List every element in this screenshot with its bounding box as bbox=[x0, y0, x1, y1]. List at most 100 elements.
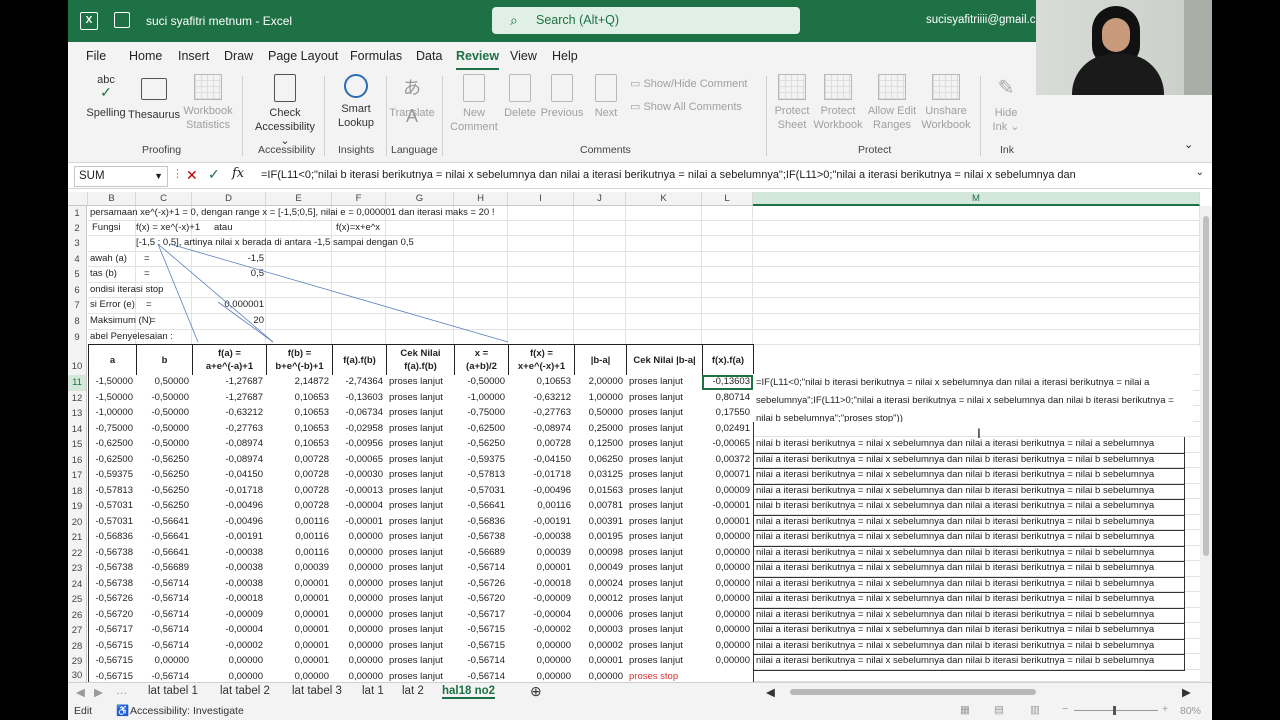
table-cell[interactable]: 0,00000 bbox=[702, 530, 754, 547]
sheet-tab[interactable]: lat tabel 1 bbox=[148, 685, 198, 697]
table-cell[interactable]: -0,00004 bbox=[192, 623, 267, 640]
table-cell[interactable]: 0,03125 bbox=[574, 468, 627, 485]
table-cell[interactable]: -0,00956 bbox=[332, 437, 387, 454]
table-cell[interactable]: 0,00000 bbox=[332, 546, 387, 562]
tab-draw[interactable]: Draw bbox=[224, 49, 253, 63]
table-cell[interactable]: -0,63212 bbox=[508, 391, 575, 407]
table-cell[interactable]: 2,14872 bbox=[266, 375, 333, 392]
table-cell[interactable]: 0,00000 bbox=[508, 670, 575, 682]
table-cell[interactable]: proses lanjut bbox=[386, 546, 455, 562]
m-column-cell[interactable]: nilai a iterasi berikutnya = nilai x seb… bbox=[753, 453, 1185, 469]
table-cell[interactable]: -0,50000 bbox=[136, 391, 193, 407]
table-cell[interactable]: proses lanjut bbox=[386, 639, 455, 655]
table-cell[interactable]: proses stop bbox=[626, 670, 703, 682]
table-cell[interactable]: -0,00191 bbox=[508, 515, 575, 531]
table-cell[interactable]: 0,17550 bbox=[702, 406, 754, 423]
table-cell[interactable]: -0,56738 bbox=[88, 561, 137, 578]
table-cell[interactable]: proses lanjut bbox=[386, 499, 455, 516]
table-cell[interactable]: -0,59375 bbox=[88, 468, 137, 485]
zoom-slider[interactable] bbox=[1074, 710, 1158, 711]
table-cell[interactable]: -0,63212 bbox=[192, 406, 267, 423]
table-cell[interactable]: 0,00000 bbox=[332, 608, 387, 624]
table-cell[interactable]: 0,00000 bbox=[702, 561, 754, 578]
table-header-cell[interactable]: b bbox=[136, 344, 193, 376]
table-cell[interactable]: proses lanjut bbox=[626, 391, 703, 407]
table-cell[interactable]: -0,56641 bbox=[136, 546, 193, 562]
table-cell[interactable]: 0,80714 bbox=[702, 391, 754, 407]
tab-page-layout[interactable]: Page Layout bbox=[268, 49, 338, 63]
table-cell[interactable]: -0,56714 bbox=[136, 608, 193, 624]
accessibility-status[interactable]: Accessibility: Investigate bbox=[130, 705, 244, 717]
m-column-cell[interactable]: nilai a iterasi berikutnya = nilai x seb… bbox=[753, 515, 1185, 531]
table-cell[interactable]: -0,59375 bbox=[454, 453, 509, 469]
table-cell[interactable]: 0,00728 bbox=[266, 499, 333, 516]
table-cell[interactable]: -0,56715 bbox=[88, 670, 137, 682]
table-cell[interactable]: -0,56689 bbox=[454, 546, 509, 562]
formula-input[interactable]: =IF(L11<0;"nilai b iterasi berikutnya = … bbox=[261, 169, 1181, 181]
table-cell[interactable]: -0,00065 bbox=[332, 453, 387, 469]
table-cell[interactable]: 0,00728 bbox=[266, 468, 333, 485]
tab-home[interactable]: Home bbox=[129, 49, 162, 63]
row-header[interactable]: 23 bbox=[68, 561, 87, 577]
table-header-cell[interactable]: f(a).f(b) bbox=[332, 344, 387, 376]
table-cell[interactable]: 0,00001 bbox=[266, 654, 333, 671]
table-cell[interactable]: -0,13603 bbox=[332, 391, 387, 407]
row-header[interactable]: 19 bbox=[68, 499, 87, 515]
table-cell[interactable]: proses lanjut bbox=[626, 515, 703, 531]
row-header[interactable]: 20 bbox=[68, 515, 87, 530]
table-cell[interactable]: 0,00000 bbox=[508, 654, 575, 671]
table-cell[interactable]: 0,10653 bbox=[266, 406, 333, 423]
table-cell[interactable]: 0,00728 bbox=[266, 453, 333, 469]
table-cell[interactable]: 0,00116 bbox=[266, 515, 333, 531]
table-cell[interactable]: proses lanjut bbox=[386, 608, 455, 624]
table-cell[interactable]: 0,00000 bbox=[702, 608, 754, 624]
table-cell[interactable]: proses lanjut bbox=[386, 468, 455, 485]
table-cell[interactable]: proses lanjut bbox=[626, 577, 703, 593]
table-cell[interactable]: 0,06250 bbox=[574, 453, 627, 469]
table-cell[interactable]: -0,04150 bbox=[192, 468, 267, 485]
table-cell[interactable]: -0,00191 bbox=[192, 530, 267, 547]
table-cell[interactable]: 0,00009 bbox=[702, 484, 754, 500]
page-break-view-icon[interactable]: ▥ bbox=[1030, 704, 1040, 716]
table-cell[interactable]: -1,50000 bbox=[88, 391, 137, 407]
table-cell[interactable]: 0,00001 bbox=[574, 654, 627, 671]
table-cell[interactable]: 0,00372 bbox=[702, 453, 754, 469]
worksheet[interactable]: BCDEFGHIJKLM 1 2 3 4 5 6 7 8 9 10 11 12 13 14 15 16 17 18… bbox=[68, 192, 1212, 682]
table-cell[interactable]: -0,62500 bbox=[454, 422, 509, 438]
table-cell[interactable]: proses lanjut bbox=[626, 375, 703, 392]
table-cell[interactable]: 0,00116 bbox=[266, 546, 333, 562]
table-cell[interactable]: -0,00038 bbox=[192, 546, 267, 562]
table-cell[interactable]: 0,00391 bbox=[574, 515, 627, 531]
table-cell[interactable]: 0,00000 bbox=[702, 654, 754, 671]
table-cell[interactable]: -0,56714 bbox=[454, 561, 509, 578]
table-cell[interactable]: -0,01718 bbox=[192, 484, 267, 500]
table-cell[interactable]: -0,57031 bbox=[88, 515, 137, 531]
table-cell[interactable]: -0,57031 bbox=[454, 484, 509, 500]
tab-file[interactable]: File bbox=[86, 49, 106, 63]
table-header-cell[interactable]: f(a) = a+e^(-a)+1 bbox=[192, 344, 267, 376]
table-cell[interactable]: -0,50000 bbox=[136, 406, 193, 423]
table-cell[interactable]: 0,00000 bbox=[332, 623, 387, 640]
table-cell[interactable]: -0,00038 bbox=[192, 577, 267, 593]
table-cell[interactable]: 0,00000 bbox=[332, 592, 387, 609]
row-header[interactable]: 22 bbox=[68, 546, 87, 561]
vertical-scrollbar[interactable] bbox=[1200, 206, 1212, 682]
table-cell[interactable]: -1,00000 bbox=[454, 391, 509, 407]
table-cell[interactable]: -0,56715 bbox=[88, 654, 137, 671]
search-box[interactable]: ⌕ Search (Alt+Q) bbox=[492, 7, 800, 34]
table-cell[interactable]: -1,00000 bbox=[88, 406, 137, 423]
table-cell[interactable]: 0,10653 bbox=[266, 437, 333, 454]
m-column-cell[interactable]: nilai a iterasi berikutnya = nilai x seb… bbox=[753, 546, 1185, 562]
table-cell[interactable]: -0,04150 bbox=[508, 453, 575, 469]
table-cell[interactable]: 0,00000 bbox=[332, 577, 387, 593]
table-cell[interactable]: -0,56714 bbox=[136, 592, 193, 609]
table-cell[interactable]: proses lanjut bbox=[386, 530, 455, 547]
table-cell[interactable]: 0,00049 bbox=[574, 561, 627, 578]
table-cell[interactable]: 0,00001 bbox=[266, 608, 333, 624]
table-cell[interactable]: -0,56250 bbox=[136, 468, 193, 485]
table-header-cell[interactable]: x = (a+b)/2 bbox=[454, 344, 509, 376]
table-cell[interactable]: -0,56714 bbox=[454, 670, 509, 682]
row-header[interactable]: 17 bbox=[68, 468, 87, 484]
table-cell[interactable]: -0,00002 bbox=[192, 639, 267, 655]
row-header[interactable]: 28 bbox=[68, 639, 87, 654]
